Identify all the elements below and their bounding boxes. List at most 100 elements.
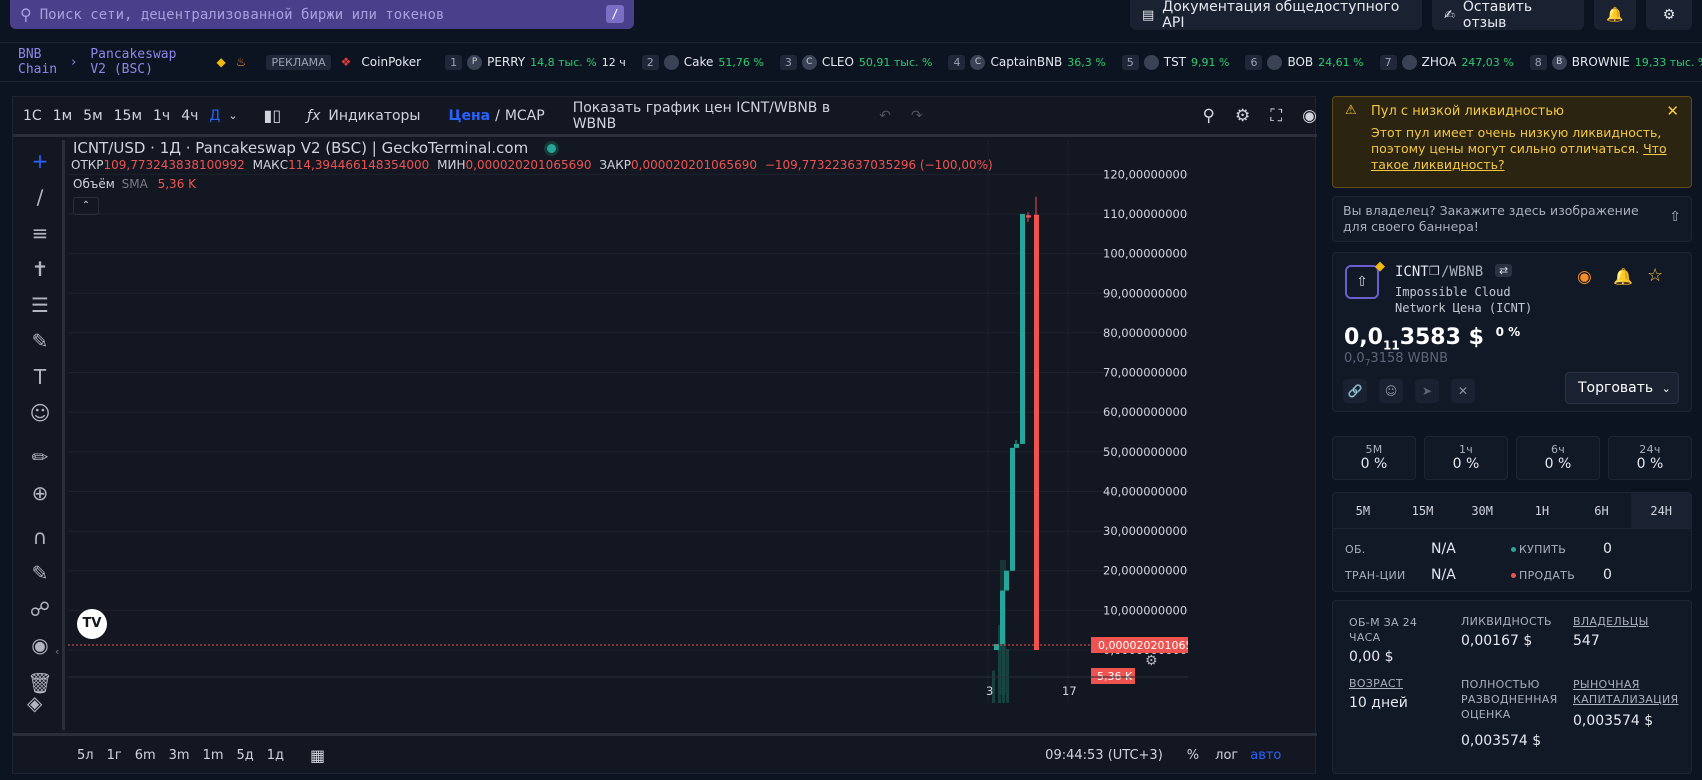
interval-button[interactable]: 1м	[53, 108, 72, 124]
settings-icon[interactable]: ⚙	[1235, 106, 1250, 126]
timeframe-tab[interactable]: 24H	[1631, 493, 1692, 528]
notifications-button[interactable]: 🔔	[1594, 0, 1636, 30]
undo-icon[interactable]: ↶	[879, 108, 891, 124]
layers-icon[interactable]: ◈	[27, 691, 42, 715]
pitchfork-icon[interactable]: ✝	[27, 256, 53, 282]
ruler-icon[interactable]: ✏	[27, 444, 53, 470]
holders-link[interactable]: ВЛАДЕЛЬЦЫ	[1573, 615, 1649, 628]
token-avatar[interactable]: ⇧	[1345, 265, 1379, 299]
market-cap-link[interactable]: РЫНОЧНАЯ КАПИТАЛИЗАЦИЯ	[1573, 677, 1683, 707]
ticker-item[interactable]: 8 B BROWNIE 19,33 тыс. %	[1529, 54, 1702, 70]
search-input[interactable]: Поиск сети, децентрализованной биржи или…	[40, 7, 445, 23]
emoji-icon[interactable]: ☺	[27, 400, 53, 426]
banner-ad[interactable]: Вы владелец? Закажите здесь изображение …	[1332, 196, 1692, 242]
fib-icon[interactable]: ☰	[27, 292, 53, 318]
indicators-icon: ƒx	[307, 107, 321, 124]
chevron-down-icon[interactable]: ⌄	[228, 109, 237, 122]
breadcrumb-dex[interactable]: Pancakeswap V2 (BSC)	[90, 47, 176, 77]
percent-toggle[interactable]: %	[1187, 748, 1199, 763]
price-chart[interactable]: 120,000000000000000 110,000000000000000 10…	[68, 140, 1188, 703]
settings-button[interactable]: ⚙	[1646, 0, 1692, 30]
range-button[interactable]: 1г	[107, 748, 122, 763]
ticker-item[interactable]: 6 BOB 24,61 %	[1245, 54, 1364, 70]
zoom-icon[interactable]: ⊕	[27, 480, 53, 506]
reset-scale-icon[interactable]: ⚙	[1145, 653, 1158, 669]
trendline-icon[interactable]: ∕	[27, 184, 53, 210]
ticker-item[interactable]: 5 TST 9,91 %	[1121, 54, 1229, 70]
show-in-wbnb-button[interactable]: Показать график цен ICNT/WBNB в WBNB	[573, 100, 851, 132]
interval-button[interactable]: 1С	[23, 108, 42, 124]
magnet-icon[interactable]: ∩	[27, 524, 53, 550]
range-button[interactable]: 6m	[135, 748, 156, 763]
telegram-icon[interactable]: ➤	[1415, 379, 1439, 403]
close-icon[interactable]: ✕	[1666, 102, 1679, 120]
hide-icon[interactable]: ◉	[1577, 267, 1592, 287]
interval-button[interactable]: 4ч	[181, 108, 198, 124]
interval-button[interactable]: 15м	[114, 108, 142, 124]
clock-time[interactable]: 09:44:53 (UTC+3)	[1045, 748, 1163, 763]
copy-icon[interactable]: ❐	[1429, 264, 1440, 278]
ticker-item[interactable]: 2 Cake 51,76 %	[641, 54, 764, 70]
last-price-label: 0,000020201065690	[1098, 639, 1188, 652]
ticker-item[interactable]: 7 ZHOA 247,03 %	[1379, 54, 1514, 70]
ticker-rank: 5	[1121, 54, 1139, 70]
tradingview-logo[interactable]: TV	[77, 609, 107, 639]
buy-dot-icon	[1511, 547, 1516, 552]
interval-button[interactable]: Д	[209, 108, 220, 124]
fullscreen-icon[interactable]: ⛶	[1270, 106, 1282, 126]
interval-button[interactable]: 1ч	[153, 108, 170, 124]
range-button[interactable]: 3m	[169, 748, 190, 763]
interval-button[interactable]: 5м	[83, 108, 102, 124]
text-icon[interactable]: T	[27, 364, 53, 390]
horizontal-lines-icon[interactable]: ≡	[27, 220, 53, 246]
link-icon[interactable]: 🔗	[1343, 379, 1367, 403]
api-docs-button[interactable]: ▤ Документация общедоступного API	[1130, 0, 1422, 31]
range-button[interactable]: 1m	[203, 748, 224, 763]
upload-icon[interactable]: ⇧	[1669, 209, 1681, 225]
timeframe-tab[interactable]: 5M	[1333, 493, 1393, 528]
ticker-item[interactable]: 1 P PERRY 14,8 тыс. % 12 ч	[445, 54, 626, 70]
range-button[interactable]: 1д	[267, 748, 284, 763]
indicators-button[interactable]: Индикаторы	[328, 108, 420, 124]
range-button[interactable]: 5л	[77, 748, 94, 763]
favorite-star-icon[interactable]: ☆	[1647, 265, 1663, 286]
timeframe-tab[interactable]: 1H	[1512, 493, 1572, 528]
collapse-legend-button[interactable]: ⌃	[73, 197, 99, 215]
timeframe-tab[interactable]: 6H	[1572, 493, 1632, 528]
lock-draw-icon[interactable]: ✎	[27, 560, 53, 586]
candle-type-icon[interactable]: ▮▯	[264, 106, 282, 125]
x-twitter-icon[interactable]: ✕	[1451, 379, 1475, 403]
age-link[interactable]: ВОЗРАСТ	[1349, 677, 1403, 690]
discord-icon[interactable]: ☺	[1379, 379, 1403, 403]
camera-icon[interactable]: ◉	[1302, 106, 1317, 126]
auto-toggle[interactable]: авто	[1250, 748, 1281, 763]
price-change-label: 6ч	[1550, 443, 1566, 456]
candle-body	[1004, 570, 1009, 591]
ticker-item[interactable]: 3 C CLEO 50,91 тыс. %	[779, 54, 932, 70]
date-range-icon[interactable]: ▦	[310, 746, 325, 765]
range-button[interactable]: 5д	[237, 748, 254, 763]
lock-icon[interactable]: ☍	[27, 596, 53, 622]
price-toggle[interactable]: Цена	[448, 108, 490, 124]
eye-icon[interactable]: ◉	[27, 632, 53, 658]
search-bar[interactable]: ⚲ Поиск сети, децентрализованной биржи и…	[10, 0, 634, 29]
alert-bell-icon[interactable]: 🔔	[1613, 267, 1633, 286]
log-toggle[interactable]: лог	[1215, 748, 1238, 763]
chart-panel: 1С 1м 5м 15м 1ч 4ч Д ⌄ ▮▯ ƒx Индикаторы Цена /…	[12, 96, 1317, 774]
crosshair-icon[interactable]: +	[27, 148, 53, 174]
timeframe-tab[interactable]: 15M	[1393, 493, 1453, 528]
redo-icon[interactable]: ↷	[911, 108, 923, 124]
feedback-button[interactable]: ✍ Оставить отзыв	[1432, 0, 1584, 31]
collapse-toolbar-icon[interactable]: ‹	[55, 645, 59, 658]
swap-icon[interactable]: ⇄	[1495, 264, 1513, 277]
mcap-toggle[interactable]: MCAP	[505, 108, 545, 124]
ticker-item[interactable]: 4 C CaptainBNB 36,3 %	[948, 54, 1106, 70]
ad-name[interactable]: CoinPoker	[361, 55, 421, 69]
ticker-rank: 6	[1245, 54, 1263, 70]
zoom-search-icon[interactable]: ⚲	[1203, 106, 1215, 126]
trade-button[interactable]: Торговать ⌄	[1565, 372, 1679, 404]
timeframe-tab[interactable]: 30M	[1452, 493, 1512, 528]
y-tick-label: 40,000000000000000	[1103, 484, 1188, 498]
brush-icon[interactable]: ✎	[27, 328, 53, 354]
breadcrumb-chain[interactable]: BNB Chain	[18, 47, 57, 77]
